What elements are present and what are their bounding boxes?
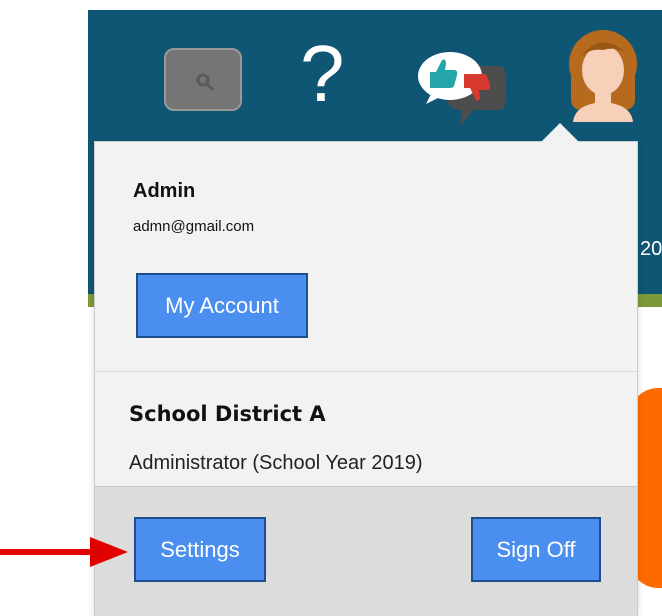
search-button[interactable] [164, 48, 242, 111]
screenshot-stage: 20 ? Admin admn@gmail.com My Account Sch… [0, 0, 662, 616]
settings-button[interactable]: Settings [134, 517, 266, 582]
user-email: admn@gmail.com [133, 218, 255, 235]
menu-divider [95, 371, 637, 372]
user-avatar-icon[interactable] [565, 26, 641, 127]
feedback-icon[interactable] [412, 44, 508, 139]
user-name: Admin [133, 180, 196, 202]
partial-header-text: 20 [640, 238, 662, 260]
my-account-button[interactable]: My Account [136, 273, 308, 338]
red-arrow-icon [0, 535, 130, 574]
district-name: School District A [129, 402, 326, 426]
dropdown-pointer [541, 123, 579, 142]
search-icon [196, 73, 214, 91]
help-icon[interactable]: ? [300, 34, 345, 114]
sign-off-button[interactable]: Sign Off [471, 517, 601, 582]
user-role: Administrator (School Year 2019) [129, 452, 423, 474]
